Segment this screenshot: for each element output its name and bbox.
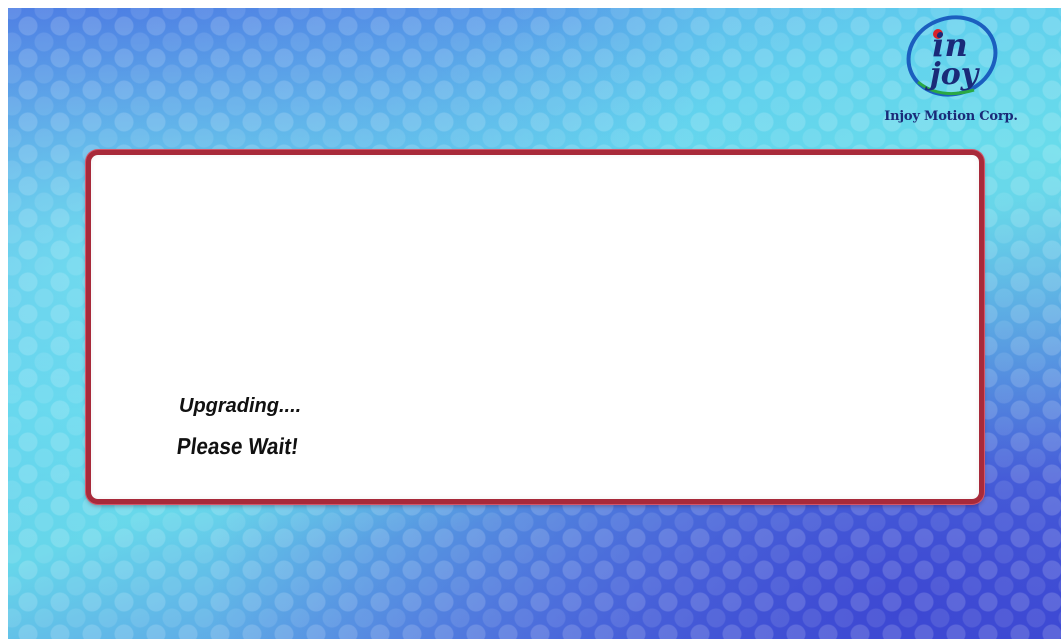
brand-name: Injoy Motion Corp.	[884, 109, 1018, 124]
logo-mark-bottom-text: joy	[925, 57, 981, 92]
please-wait-text: Please Wait!	[175, 433, 300, 459]
upgrade-dialog: Upgrading.... Please Wait!	[86, 150, 984, 504]
upgrade-status-text: Upgrading....	[179, 395, 302, 417]
upgrade-screen: in joy Injoy Motion Corp. Upgrading.... …	[8, 8, 1061, 639]
brand-logo: in joy Injoy Motion Corp.	[876, 12, 1026, 132]
injoy-logo-mark: in joy	[906, 15, 998, 97]
